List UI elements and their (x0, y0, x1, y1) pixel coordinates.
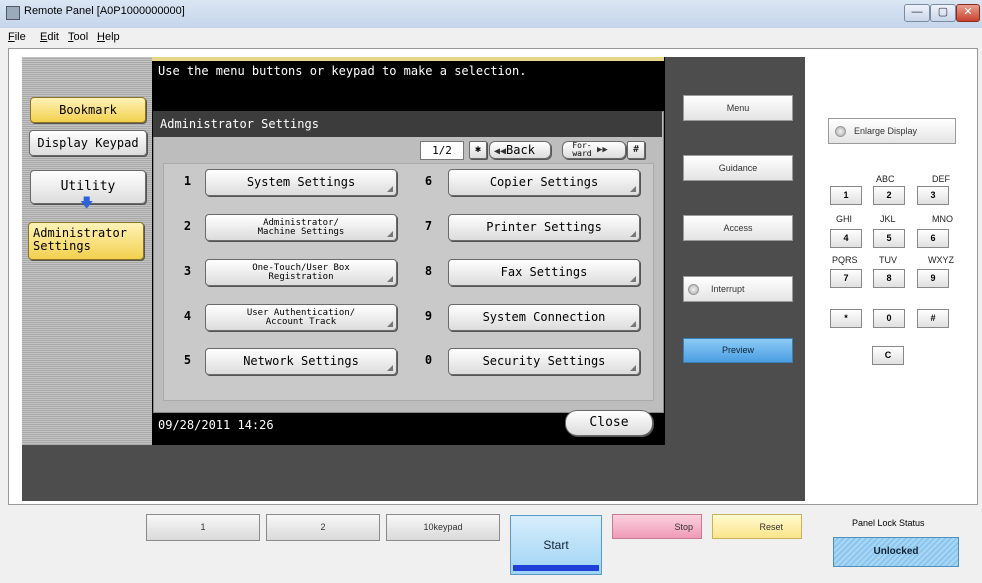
tenkeypad-button[interactable]: 10keypad (386, 514, 500, 541)
interrupt-led-icon (688, 284, 699, 296)
menu-tool[interactable]: Tool (68, 31, 88, 43)
key-8[interactable]: 8 (873, 269, 905, 288)
page-indicator: 1/2 (420, 141, 464, 160)
fax-settings-button[interactable]: Fax Settings (448, 259, 640, 286)
key-star[interactable]: * (830, 309, 862, 328)
bookmark-button[interactable]: Bookmark (30, 97, 146, 123)
key-2[interactable]: 2 (873, 186, 905, 205)
menu-hw-button[interactable]: Menu (683, 95, 793, 121)
clear-key[interactable]: C (872, 346, 904, 365)
key-letters: MNO (932, 214, 953, 224)
back-button[interactable]: ◀◀Back (489, 141, 551, 159)
key-4[interactable]: 4 (830, 229, 862, 248)
menu-number: 3 (183, 264, 192, 278)
key-5[interactable]: 5 (873, 229, 905, 248)
key-letters: WXYZ (928, 255, 954, 265)
panel-lock-status-label: Panel Lock Status (852, 518, 925, 528)
menu-number: 5 (183, 353, 192, 367)
enlarge-display-button[interactable]: Enlarge Display (828, 118, 956, 144)
key-letters: PQRS (832, 255, 858, 265)
administrator-machine-settings-button[interactable]: Administrator/ Machine Settings (205, 214, 397, 241)
start-status-bar (513, 565, 599, 571)
back-arrow-icon: ◀◀ (494, 146, 507, 157)
guidance-button[interactable]: Guidance (683, 155, 793, 181)
menu-number: 0 (424, 353, 433, 367)
date-time: 09/28/2011 14:26 (158, 418, 274, 432)
dialog-title: Administrator Settings (160, 117, 319, 131)
menu-number: 7 (424, 219, 433, 233)
hash-key-button[interactable]: # (627, 141, 645, 159)
stop-button[interactable]: Stop (612, 514, 702, 539)
maximize-button[interactable]: ▢ (930, 4, 956, 22)
interrupt-button[interactable]: Interrupt (683, 276, 793, 302)
key-letters: JKL (880, 214, 896, 224)
key-0[interactable]: 0 (873, 309, 905, 328)
minimize-button[interactable]: — (904, 4, 930, 22)
app-icon (6, 6, 20, 20)
key-hash[interactable]: # (917, 309, 949, 328)
key-3[interactable]: 3 (917, 186, 949, 205)
menu-number: 8 (424, 264, 433, 278)
instruction-text: Use the menu buttons or keypad to make a… (158, 64, 527, 78)
menu-number: 4 (183, 309, 192, 323)
menu-number: 1 (183, 174, 192, 188)
security-settings-button[interactable]: Security Settings (448, 348, 640, 375)
access-button[interactable]: Access (683, 215, 793, 241)
administrator-settings-nav[interactable]: Administrator Settings (28, 222, 144, 260)
menu-number: 2 (183, 219, 192, 233)
key-6[interactable]: 6 (917, 229, 949, 248)
key-letters: TUV (879, 255, 897, 265)
reset-button[interactable]: Reset (712, 514, 802, 539)
menu-number: 9 (424, 309, 433, 323)
printer-settings-button[interactable]: Printer Settings (448, 214, 640, 241)
system-connection-button[interactable]: System Connection (448, 304, 640, 331)
arrow-down-icon: 🡇 (80, 195, 94, 210)
forward-button[interactable]: For- ward ▶▶ (562, 141, 626, 159)
key-7[interactable]: 7 (830, 269, 862, 288)
close-window-button[interactable]: ✕ (956, 4, 980, 22)
window-title: Remote Panel [A0P1000000000] (24, 5, 185, 17)
preview-button[interactable]: Preview (683, 338, 793, 363)
key-letters: ABC (876, 174, 895, 184)
lcd-top-strip (152, 57, 664, 61)
key-letters: GHI (836, 214, 853, 224)
key-1[interactable]: 1 (830, 186, 862, 205)
one-touch-user-box-registration-button[interactable]: One-Touch/User Box Registration (205, 259, 397, 286)
close-dialog-button[interactable]: Close (565, 410, 653, 436)
bookmark-2-button[interactable]: 2 (266, 514, 380, 541)
menu-number: 6 (424, 174, 433, 188)
bookmark-1-button[interactable]: 1 (146, 514, 260, 541)
menu-help[interactable]: Help (97, 31, 120, 43)
start-button[interactable]: Start (510, 515, 602, 575)
menu-edit[interactable]: Edit (40, 31, 59, 43)
forward-arrow-icon: ▶▶ (597, 145, 608, 155)
key-letters: DEF (932, 174, 950, 184)
display-keypad-button[interactable]: Display Keypad (29, 130, 147, 156)
panel-lock-status-value: Unlocked (833, 537, 959, 567)
star-key-button[interactable]: ✱ (469, 141, 487, 159)
key-9[interactable]: 9 (917, 269, 949, 288)
network-settings-button[interactable]: Network Settings (205, 348, 397, 375)
user-authentication-account-track-button[interactable]: User Authentication/ Account Track (205, 304, 397, 331)
enlarge-led-icon (835, 126, 846, 138)
menu-bar (0, 28, 982, 46)
system-settings-button[interactable]: System Settings (205, 169, 397, 196)
menu-file[interactable]: File (8, 31, 26, 43)
copier-settings-button[interactable]: Copier Settings (448, 169, 640, 196)
